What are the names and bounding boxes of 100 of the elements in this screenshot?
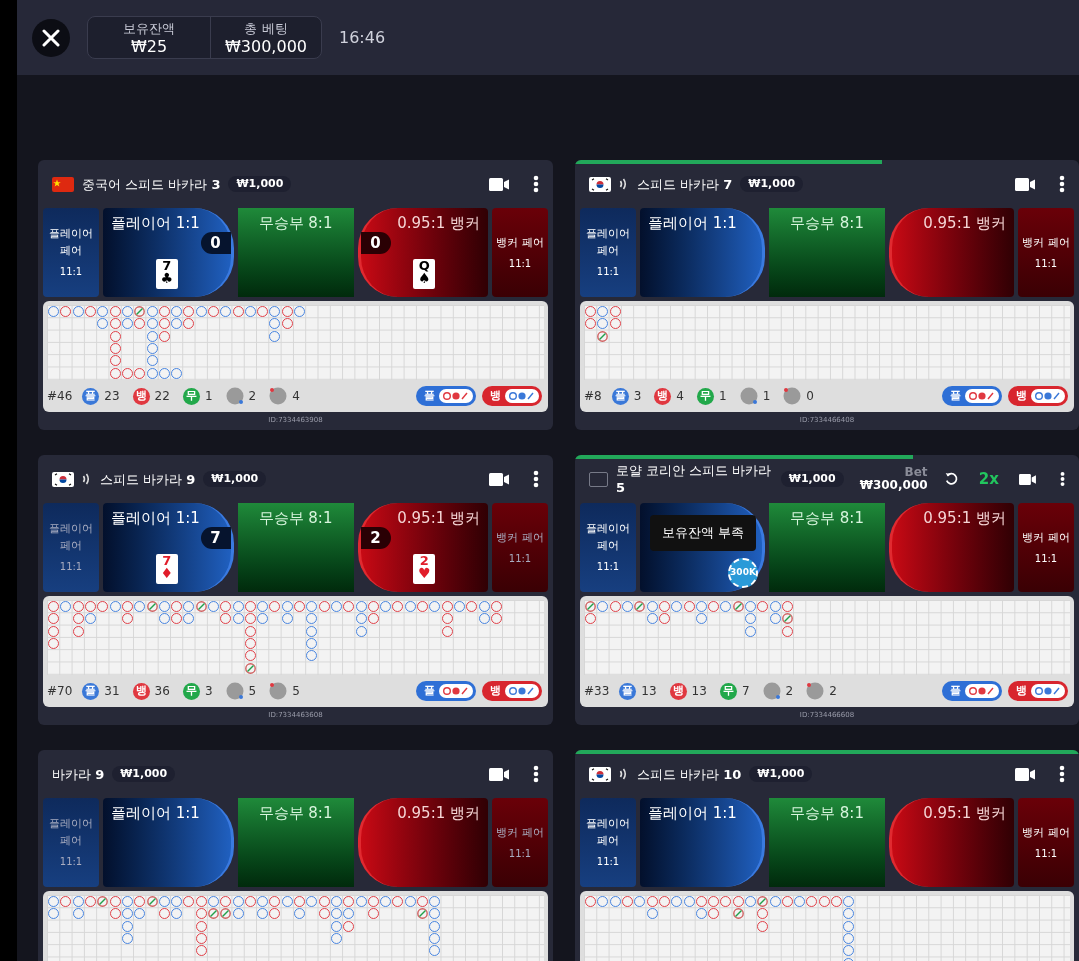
banker-bet[interactable]: 0.95:1 뱅커 0 Q ♠: [357, 208, 488, 297]
pair-odds: 11:1: [508, 551, 532, 566]
result-badge: 플: [82, 387, 100, 405]
result-badge: 뱅: [654, 387, 672, 405]
player-pair-bet[interactable]: 플레이어 페어 11:1: [580, 208, 636, 297]
result-badge: 뱅: [669, 682, 687, 700]
result-count: 0: [806, 388, 814, 405]
banker-pair-bet[interactable]: 뱅커 페어 11:1: [1018, 798, 1074, 887]
banker-pair-bet[interactable]: 뱅커 페어 11:1: [1018, 503, 1074, 592]
playing-card: 7 ♦: [155, 554, 178, 584]
tie-bet[interactable]: 무승부 8:1: [769, 798, 885, 887]
pair-label: 뱅커 페어: [495, 234, 545, 251]
banker-pair-bet[interactable]: 뱅커 페어 11:1: [1018, 208, 1074, 297]
min-bet-label: ₩1,000: [112, 765, 176, 783]
banker-bet[interactable]: 0.95:1 뱅커: [889, 503, 1014, 592]
table-title[interactable]: 스피드 바카라 7: [637, 175, 733, 193]
min-bet-label: ₩1,000: [749, 765, 813, 783]
round-number: #46: [47, 388, 73, 405]
result-count: 13: [691, 683, 707, 700]
player-bet[interactable]: 보유잔액 부족 300K: [640, 503, 765, 592]
score-badge: 7: [200, 527, 231, 549]
result-badge: 무: [182, 387, 200, 405]
pair-label: 플레이어 페어: [48, 816, 94, 849]
result-count: 2: [248, 388, 257, 405]
player-pair-bet[interactable]: 플레이어 페어 11:1: [43, 503, 99, 592]
pair-odds: 11:1: [596, 265, 620, 279]
bet-label: 무승부 8:1: [789, 213, 865, 234]
banker-pair-bet[interactable]: 뱅커 페어 11:1: [492, 208, 548, 297]
result-count: 2: [785, 683, 794, 700]
double-bet-button[interactable]: 2x: [978, 467, 999, 491]
score-badge: 0: [200, 232, 231, 254]
table-title[interactable]: 로얄 코리안 스피드 바카라 5: [615, 462, 773, 496]
player-bet[interactable]: 플레이어 1:1 7 7 ♦: [103, 503, 234, 592]
bet-label: 0.95:1 뱅커: [397, 803, 480, 824]
table-title[interactable]: 중국어 스피드 바카라 3: [82, 175, 221, 193]
banker-pair-bet[interactable]: 뱅커 페어 11:1: [492, 798, 548, 887]
tie-bet[interactable]: 무승부 8:1: [237, 208, 354, 297]
player-bet[interactable]: 플레이어 1:1: [640, 798, 765, 887]
banker-pair-bet[interactable]: 뱅커 페어 11:1: [492, 503, 548, 592]
tie-bet[interactable]: 무승부 8:1: [769, 208, 885, 297]
balance-value: ₩300,000: [225, 37, 307, 56]
round-number: #8: [584, 388, 602, 405]
banker-bet[interactable]: 0.95:1 뱅커: [357, 798, 488, 887]
bet-label: 0.95:1 뱅커: [397, 213, 480, 234]
player-bet[interactable]: 플레이어 1:1: [640, 208, 765, 297]
result-count: 22: [154, 388, 170, 405]
pair-label: 뱅커 페어: [1021, 824, 1071, 841]
result-count: 23: [104, 388, 120, 405]
pair-odds: 11:1: [596, 560, 620, 574]
banker-bet[interactable]: 0.95:1 뱅커: [889, 208, 1014, 297]
bet-amount: ₩300,000: [859, 479, 928, 492]
result-badge: 뱅: [132, 387, 150, 405]
bet-label: 무승부 8:1: [789, 508, 865, 529]
bet-label: 무승부 8:1: [257, 508, 334, 529]
road-prediction-toggle[interactable]: 플: [416, 386, 476, 406]
result-count: 1: [762, 388, 771, 405]
playing-card: 7 ♣: [155, 259, 178, 289]
result-badge: 플: [82, 682, 100, 700]
chip: 300K: [728, 558, 758, 588]
road-prediction-toggle[interactable]: 플: [942, 681, 1002, 701]
tie-bet[interactable]: 무승부 8:1: [769, 503, 885, 592]
tie-bet[interactable]: 무승부 8:1: [237, 503, 354, 592]
table-title[interactable]: 스피드 바카라 10: [637, 765, 742, 783]
tie-bet[interactable]: 무승부 8:1: [237, 798, 354, 887]
road-prediction-toggle[interactable]: 플: [416, 681, 476, 701]
result-badge: 뱅: [132, 682, 150, 700]
pair-label: 플레이어 페어: [585, 816, 631, 849]
pair-label: 뱅커 페어: [1021, 234, 1071, 251]
road-prediction-toggle[interactable]: 플: [942, 386, 1002, 406]
result-badge: 무: [719, 682, 737, 700]
road-prediction-toggle[interactable]: 뱅: [1008, 681, 1068, 701]
bet-label: 플레이어 1:1: [111, 803, 200, 824]
player-pair-bet[interactable]: 플레이어 페어 11:1: [43, 208, 99, 297]
player-bet[interactable]: 플레이어 1:1: [103, 798, 234, 887]
bet-label: 0.95:1 뱅커: [923, 213, 1006, 234]
pair-odds: 11:1: [508, 256, 532, 271]
result-count: 1: [204, 388, 213, 405]
bet-label: 플레이어 1:1: [648, 803, 737, 824]
pair-odds: 11:1: [1034, 846, 1058, 861]
bet-label: 0.95:1 뱅커: [923, 803, 1006, 824]
bet-label: 플레이어 1:1: [111, 508, 200, 529]
result-count: 5: [292, 683, 300, 700]
road-prediction-toggle[interactable]: 뱅: [1008, 386, 1068, 406]
tooltip: 보유잔액 부족: [650, 515, 757, 551]
pair-odds: 11:1: [59, 265, 83, 279]
road-prediction-toggle[interactable]: 뱅: [482, 681, 542, 701]
player-pair-bet[interactable]: 플레이어 페어 11:1: [43, 798, 99, 887]
road-prediction-toggle[interactable]: 뱅: [482, 386, 542, 406]
player-bet[interactable]: 플레이어 1:1 0 7 ♣: [103, 208, 234, 297]
round-number: #70: [47, 683, 73, 700]
table-title[interactable]: 스피드 바카라 9: [100, 470, 196, 488]
bet-label: Bet: [904, 466, 928, 479]
player-pair-bet[interactable]: 플레이어 페어 11:1: [580, 503, 636, 592]
pair-label: 뱅커 페어: [495, 529, 545, 546]
clock-time: 16:46: [339, 26, 386, 49]
table-title[interactable]: 바카라 9: [52, 765, 105, 783]
banker-bet[interactable]: 0.95:1 뱅커: [889, 798, 1014, 887]
bet-label: 무승부 8:1: [257, 803, 334, 824]
banker-bet[interactable]: 0.95:1 뱅커 2 2 ♥: [357, 503, 488, 592]
player-pair-bet[interactable]: 플레이어 페어 11:1: [580, 798, 636, 887]
